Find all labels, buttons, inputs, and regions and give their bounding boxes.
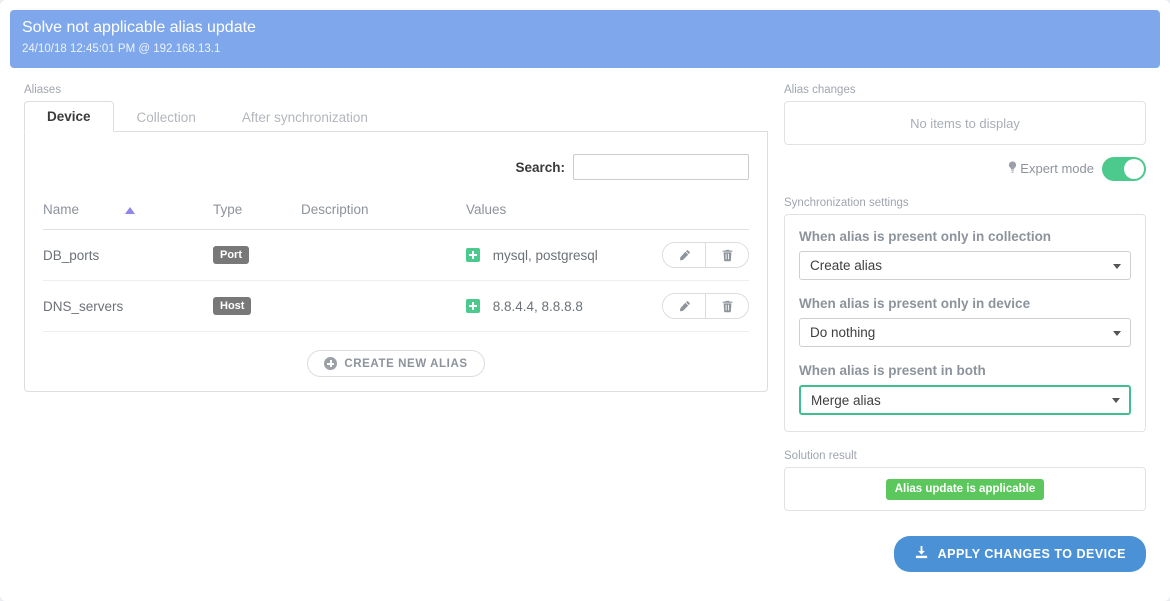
column-header-name[interactable]: Name — [43, 202, 213, 230]
cell-actions — [629, 229, 749, 281]
solution-result-label: Solution result — [784, 450, 857, 462]
search-label: Search: — [515, 159, 565, 175]
chevron-down-icon — [1113, 263, 1121, 269]
cell-name: DB_ports — [43, 229, 213, 281]
cell-type: Port — [213, 229, 301, 281]
column-header-description[interactable]: Description — [301, 202, 466, 230]
select-only-in-collection[interactable]: Create alias — [799, 251, 1131, 280]
edit-icon[interactable] — [663, 294, 705, 318]
column-header-values[interactable]: Values — [466, 202, 629, 230]
type-badge: Host — [213, 297, 252, 315]
cell-name: DNS_servers — [43, 280, 213, 332]
row-action-group — [662, 293, 749, 319]
expert-mode-label: Expert mode — [1007, 161, 1094, 178]
alias-changes-box: No items to display — [784, 101, 1146, 145]
add-value-icon[interactable] — [466, 299, 480, 314]
field-label-only-in-device: When alias is present only in device — [799, 296, 1031, 311]
create-new-alias-label: CREATE NEW ALIAS — [344, 357, 468, 370]
alias-tabs: Device Collection After synchronization — [24, 101, 768, 132]
aliases-panel: Aliases Device Collection After synchron… — [24, 82, 768, 392]
field-label-only-in-collection: When alias is present only in collection — [799, 229, 1052, 244]
create-alias-wrap: CREATE NEW ALIAS — [43, 350, 749, 377]
lightbulb-icon — [1007, 161, 1018, 177]
search-input[interactable] — [573, 154, 749, 180]
select-only-in-collection-value: Create alias — [810, 258, 883, 273]
sync-settings-label: Synchronization settings — [784, 197, 909, 209]
page-subtitle: 24/10/18 12:45:01 PM @ 192.168.13.1 — [22, 43, 221, 55]
column-header-name-label: Name — [43, 202, 80, 217]
alias-table-head: Name Type Description Values — [43, 202, 749, 230]
select-only-in-device[interactable]: Do nothing — [799, 318, 1131, 347]
tab-collection[interactable]: Collection — [114, 102, 219, 132]
table-header-row: Name Type Description Values — [43, 202, 749, 230]
alias-changes-empty-text: No items to display — [910, 115, 1020, 131]
cell-type: Host — [213, 280, 301, 332]
edit-icon[interactable] — [663, 243, 705, 267]
apply-changes-button[interactable]: APPLY CHANGES TO DEVICE — [893, 536, 1146, 572]
apply-button-wrap: APPLY CHANGES TO DEVICE — [784, 536, 1146, 572]
type-badge: Port — [213, 246, 249, 264]
plus-circle-icon — [324, 357, 338, 370]
alias-table-body: DB_ports Port mysql, postgresql DNS_serv… — [43, 229, 749, 332]
trash-icon[interactable] — [705, 243, 748, 267]
cell-values: 8.8.4.4, 8.8.8.8 — [466, 280, 629, 332]
add-value-icon[interactable] — [466, 248, 480, 263]
body-area: Aliases Device Collection After synchron… — [0, 70, 1170, 601]
app-window: Solve not applicable alias update 24/10/… — [0, 0, 1170, 601]
cell-actions — [629, 280, 749, 332]
create-new-alias-button[interactable]: CREATE NEW ALIAS — [307, 350, 485, 377]
cell-description — [301, 229, 466, 281]
cell-description — [301, 280, 466, 332]
alias-table: Name Type Description Values DB_ports Po… — [43, 202, 749, 332]
select-present-in-both[interactable]: Merge alias — [799, 385, 1131, 415]
select-only-in-device-value: Do nothing — [810, 325, 876, 340]
values-text: mysql, postgresql — [492, 247, 598, 263]
toggle-knob — [1124, 159, 1144, 179]
chevron-down-icon — [1113, 330, 1121, 336]
solution-result-box: Alias update is applicable — [784, 467, 1146, 511]
expert-mode-text: Expert mode — [1020, 160, 1094, 176]
tab-device[interactable]: Device — [24, 101, 114, 132]
status-badge: Alias update is applicable — [885, 478, 1045, 500]
field-label-present-in-both: When alias is present in both — [799, 363, 986, 378]
expert-mode-toggle[interactable] — [1102, 157, 1146, 181]
page-title: Solve not applicable alias update — [22, 19, 256, 36]
apply-changes-label: APPLY CHANGES TO DEVICE — [937, 547, 1126, 561]
right-panel: Alias changes No items to display Expert… — [784, 82, 1146, 572]
table-row: DNS_servers Host 8.8.4.4, 8.8.8.8 — [43, 280, 749, 332]
sync-settings-box: When alias is present only in collection… — [784, 214, 1146, 432]
alias-changes-label: Alias changes — [784, 84, 856, 96]
values-text: 8.8.4.4, 8.8.8.8 — [492, 298, 583, 314]
download-icon — [914, 545, 929, 563]
tab-after-synchronization[interactable]: After synchronization — [219, 102, 391, 132]
column-header-type[interactable]: Type — [213, 202, 301, 230]
column-header-actions — [629, 202, 749, 230]
row-action-group — [662, 242, 749, 268]
sort-asc-icon — [124, 206, 135, 214]
chevron-down-icon — [1112, 398, 1120, 403]
search-row: Search: — [43, 154, 749, 180]
page-header: Solve not applicable alias update 24/10/… — [10, 10, 1160, 68]
table-row: DB_ports Port mysql, postgresql — [43, 229, 749, 281]
aliases-section-label: Aliases — [24, 84, 62, 96]
expert-mode-row: Expert mode — [784, 157, 1146, 181]
cell-values: mysql, postgresql — [466, 229, 629, 281]
device-tab-panel: Search: Name Type Description Values DB_… — [24, 132, 768, 392]
trash-icon[interactable] — [705, 294, 748, 318]
select-present-in-both-value: Merge alias — [811, 392, 881, 408]
